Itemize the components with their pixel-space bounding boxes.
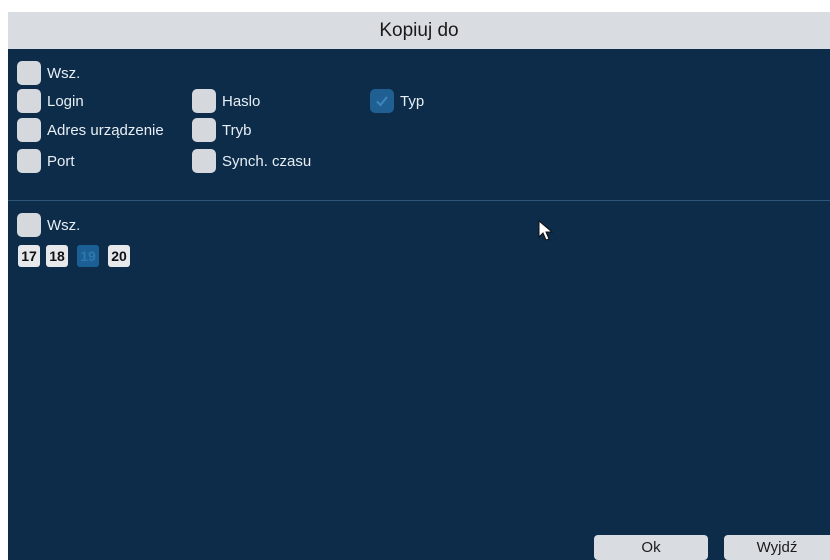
checkbox-box[interactable] [192,149,216,173]
channels-select-all-checkbox[interactable]: Wsz. [17,212,80,238]
exit-button[interactable]: Wyjdź [724,535,830,560]
option-device-address-label: Adres urządzenie [47,121,164,139]
copy-to-dialog: Kopiuj do Wsz. Login Haslo Typ Adres urz… [8,12,830,560]
dialog-title: Kopiuj do [8,12,830,49]
ok-button[interactable]: Ok [594,535,708,560]
checkmark-icon [376,96,388,107]
channels-select-all-label: Wsz. [47,216,81,234]
checkbox-box[interactable] [17,89,41,113]
mouse-pointer-icon [538,220,554,241]
options-select-all-checkbox[interactable]: Wsz. [17,60,80,86]
options-select-all-label: Wsz. [47,64,81,82]
section-divider [8,200,830,201]
option-time-sync-label: Synch. czasu [222,152,312,170]
option-time-sync-checkbox[interactable]: Synch. czasu [192,148,311,174]
option-type-label: Typ [400,92,425,110]
option-mode-label: Tryb [222,121,252,139]
checkbox-box[interactable] [17,61,41,85]
channel-18-button[interactable]: 18 [46,245,68,267]
option-password-label: Haslo [222,92,261,110]
option-password-checkbox[interactable]: Haslo [192,88,260,114]
checkbox-box[interactable] [17,149,41,173]
checkbox-box[interactable] [192,89,216,113]
checkbox-box-checked[interactable] [370,89,394,113]
option-port-label: Port [47,152,75,170]
option-type-checkbox[interactable]: Typ [370,88,424,114]
channel-19-button: 19 [77,245,99,267]
channel-20-button[interactable]: 20 [108,245,130,267]
option-login-label: Login [47,92,84,110]
checkbox-box[interactable] [17,118,41,142]
option-port-checkbox[interactable]: Port [17,148,75,174]
option-login-checkbox[interactable]: Login [17,88,84,114]
channel-17-button[interactable]: 17 [18,245,40,267]
checkbox-box[interactable] [17,213,41,237]
option-mode-checkbox[interactable]: Tryb [192,117,251,143]
checkbox-box[interactable] [192,118,216,142]
option-device-address-checkbox[interactable]: Adres urządzenie [17,117,164,143]
